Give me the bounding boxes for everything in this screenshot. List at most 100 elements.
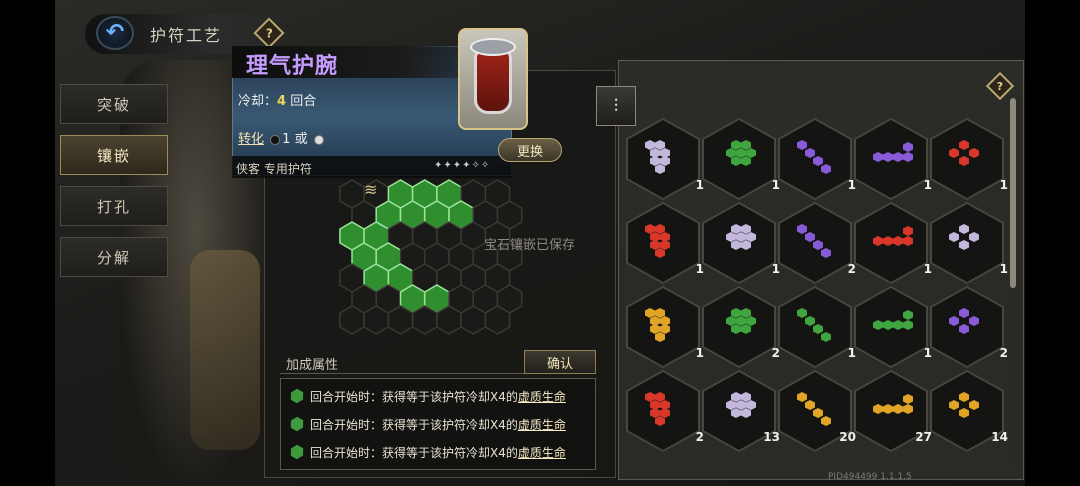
gem-count: 1 <box>847 178 856 192</box>
gem-piece <box>873 236 883 246</box>
gem-piece <box>893 320 903 330</box>
gem-piece <box>813 240 823 250</box>
board-slot-empty[interactable] <box>436 305 462 335</box>
gem-piece <box>660 156 670 166</box>
bracer-portrait[interactable] <box>458 28 528 130</box>
gem-count: 1 <box>695 346 704 360</box>
board-slot-empty[interactable] <box>484 305 511 335</box>
gem-slot[interactable]: 20 <box>778 370 856 452</box>
gem-piece <box>893 152 903 162</box>
gem-slot[interactable]: 1 <box>854 202 932 284</box>
gem-piece <box>736 148 746 158</box>
gem-piece <box>736 400 746 410</box>
gem-piece <box>797 224 807 234</box>
gem-piece <box>741 308 751 318</box>
back-button[interactable]: ↶ <box>96 16 134 50</box>
gem-count: 1 <box>771 178 780 192</box>
gem-piece <box>655 248 665 258</box>
tab-drill[interactable]: 打孔 <box>60 186 168 226</box>
gem-slot[interactable]: 1 <box>854 118 932 200</box>
gem-piece <box>883 320 893 330</box>
gem-piece <box>741 240 751 250</box>
gem-piece <box>893 236 903 246</box>
bonus-link[interactable]: 虚质生命 <box>518 444 566 461</box>
bonus-link[interactable]: 虚质生命 <box>518 416 566 433</box>
gem-piece <box>821 164 831 174</box>
gem-cluster-icon <box>797 224 833 260</box>
gem-cluster-icon <box>797 140 833 176</box>
gem-count: 1 <box>999 178 1008 192</box>
gem-piece <box>805 148 815 158</box>
board-slot-empty[interactable] <box>460 305 487 335</box>
background-statue-arm <box>190 250 260 450</box>
gem-count: 1 <box>923 346 932 360</box>
board-slot-empty[interactable] <box>411 305 438 335</box>
gem-slot[interactable]: 2 <box>930 286 1008 368</box>
gem-cluster-icon <box>721 140 757 176</box>
gem-slot[interactable]: 13 <box>702 370 780 452</box>
gem-slot[interactable]: 14 <box>930 370 1008 452</box>
gem-piece <box>645 308 655 318</box>
board-slot-empty[interactable] <box>363 305 390 335</box>
board-slot-empty[interactable] <box>339 305 365 335</box>
gem-slot[interactable]: 27 <box>854 370 932 452</box>
gem-cluster-icon <box>645 140 681 176</box>
bracer-icon <box>474 48 512 114</box>
gem-slot[interactable]: 1 <box>702 202 780 284</box>
gem-piece <box>645 392 655 402</box>
gem-piece <box>949 316 959 326</box>
green-gem-icon <box>287 414 306 433</box>
gem-count: 2 <box>847 262 856 276</box>
bonus-title: 加成属性 <box>286 358 339 373</box>
gem-slot[interactable]: 2 <box>702 286 780 368</box>
gem-piece <box>731 324 741 334</box>
tab-breakthrough[interactable]: 突破 <box>60 84 168 124</box>
swap-button[interactable]: 更换 <box>498 138 562 162</box>
gem-slot[interactable]: 1 <box>930 202 1008 284</box>
gem-piece <box>660 240 670 250</box>
tab-inlay[interactable]: 镶嵌 <box>60 135 168 175</box>
gem-piece <box>873 320 883 330</box>
gem-slot[interactable]: 1 <box>626 286 704 368</box>
gem-piece <box>726 232 736 242</box>
board-slot-empty[interactable] <box>387 305 414 335</box>
bonus-row: 回合开始时：获得等于该护符冷却X4的 虚质生命 <box>290 386 566 406</box>
gem-piece <box>746 148 756 158</box>
gem-piece <box>969 316 979 326</box>
gem-piece <box>969 232 979 242</box>
gem-slot[interactable]: 1 <box>626 118 704 200</box>
gem-piece <box>741 324 751 334</box>
gem-slot[interactable]: 1 <box>854 286 932 368</box>
gem-piece <box>883 404 893 414</box>
gem-count: 1 <box>847 346 856 360</box>
item-name: 理气护腕 <box>246 54 339 79</box>
gem-slot[interactable]: 2 <box>778 202 856 284</box>
gem-piece <box>959 408 969 418</box>
gem-piece <box>660 408 670 418</box>
tab-decompose[interactable]: 分解 <box>60 237 168 277</box>
gem-slot[interactable]: 2 <box>626 370 704 452</box>
gem-slot[interactable]: 1 <box>930 118 1008 200</box>
gem-cluster-icon <box>949 308 985 344</box>
gem-piece <box>741 156 751 166</box>
confirm-button[interactable]: 确认 <box>524 350 596 374</box>
gem-piece <box>949 232 959 242</box>
gem-cluster-icon <box>797 308 833 344</box>
build-id: PID494499 1.1.1.5 <box>828 472 912 482</box>
gem-count: 20 <box>839 430 856 444</box>
gem-piece <box>959 324 969 334</box>
gem-slot[interactable]: 1 <box>702 118 780 200</box>
gem-piece <box>655 416 665 426</box>
gem-count: 2 <box>999 346 1008 360</box>
gem-count: 1 <box>771 262 780 276</box>
gem-slot[interactable]: 1 <box>778 118 856 200</box>
gem-slot[interactable]: 1 <box>778 286 856 368</box>
gem-piece <box>949 148 959 158</box>
bonus-link[interactable]: 虚质生命 <box>518 388 566 405</box>
gem-cluster-icon <box>873 308 913 344</box>
convert-link[interactable]: 转化 <box>238 132 264 147</box>
gem-count: 1 <box>695 262 704 276</box>
filter-icon: ⫶ <box>613 95 619 117</box>
gem-slot[interactable]: 1 <box>626 202 704 284</box>
dark-orb-icon <box>270 134 281 145</box>
